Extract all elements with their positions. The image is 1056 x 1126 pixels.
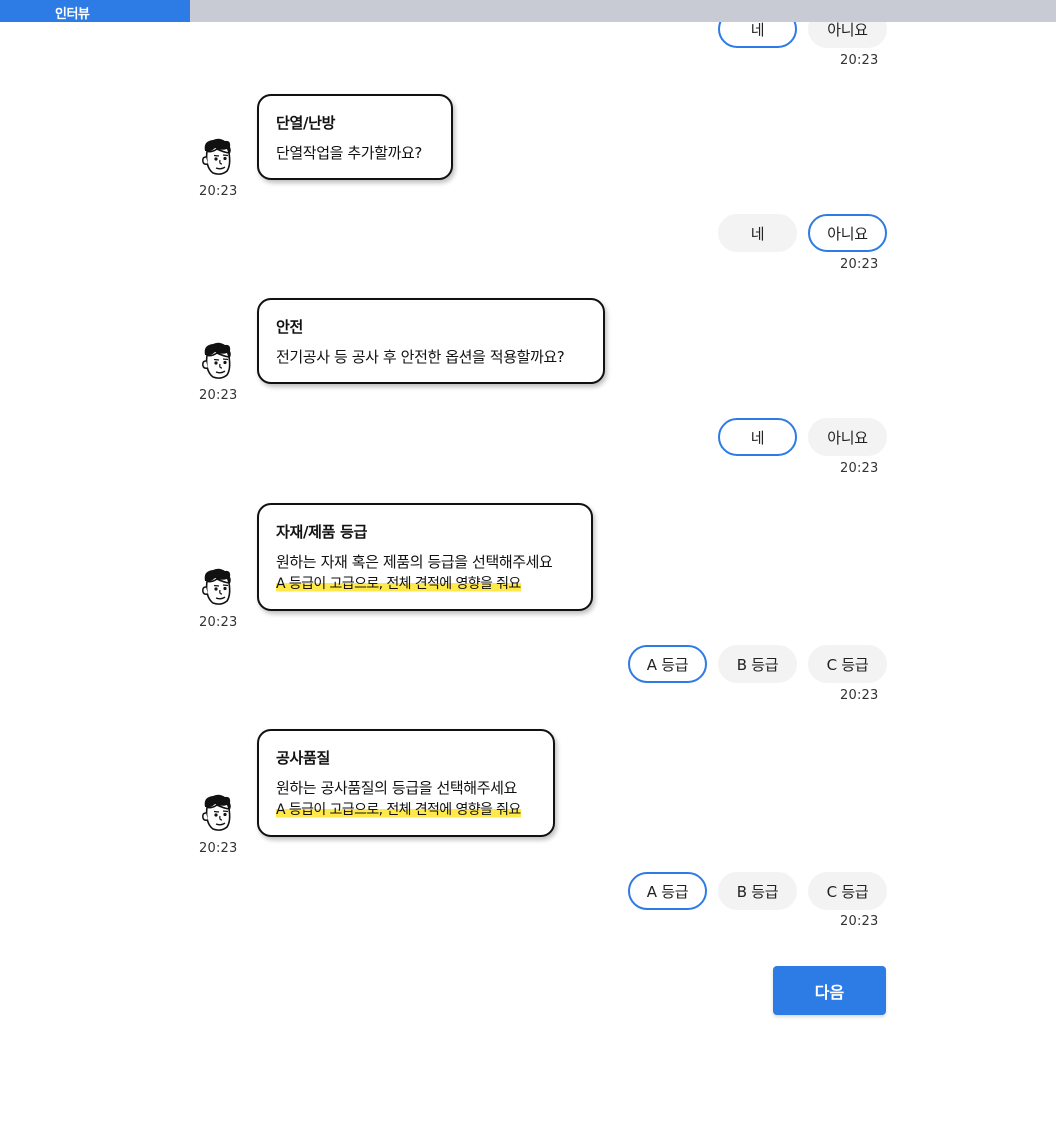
bubble-title: 단열/난방 — [276, 114, 336, 132]
reply-option-no[interactable]: 아니요 — [808, 214, 887, 252]
reply-option-grade-a[interactable]: A 등급 — [628, 872, 707, 910]
bubble-title: 안전 — [276, 318, 304, 336]
bot-timestamp: 20:23 — [199, 184, 238, 199]
reply-timestamp: 20:23 — [840, 688, 879, 703]
cartoon-face-icon — [202, 794, 231, 831]
reply-option-yes[interactable]: 네 — [718, 418, 797, 456]
reply-option-grade-c[interactable]: C 등급 — [808, 872, 887, 910]
reply-timestamp: 20:23 — [840, 257, 879, 272]
progress-tab-label: 인터뷰 — [55, 7, 90, 22]
bot-timestamp: 20:23 — [199, 615, 238, 630]
cartoon-face-icon — [202, 342, 231, 379]
bubble-text: 원하는 자재 혹은 제품의 등급을 선택해주세요 — [276, 553, 553, 571]
chat-thread: 네 아니요 20:23 20:23 단열/난방 단열작업을 추가할까요? 네 아… — [0, 0, 1056, 1126]
cartoon-face-icon — [202, 568, 231, 605]
bubble-highlight-note: A 등급이 고급으로, 전체 견적에 영향을 줘요 — [276, 801, 521, 819]
reply-option-grade-b[interactable]: B 등급 — [718, 872, 797, 910]
reply-timestamp: 20:23 — [840, 53, 879, 68]
bubble-highlight-note: A 등급이 고급으로, 전체 견적에 영향을 줘요 — [276, 575, 521, 593]
reply-option-yes[interactable]: 네 — [718, 214, 797, 252]
bubble-text: 단열작업을 추가할까요? — [276, 144, 422, 162]
progress-fill — [0, 0, 190, 22]
bot-timestamp: 20:23 — [199, 388, 238, 403]
cartoon-face-icon — [202, 138, 231, 175]
bot-message-bubble: 안전 전기공사 등 공사 후 안전한 옵션을 적용할까요? — [257, 298, 605, 384]
bot-message-bubble: 공사품질 원하는 공사품질의 등급을 선택해주세요 A 등급이 고급으로, 전체… — [257, 729, 555, 837]
reply-timestamp: 20:23 — [840, 461, 879, 476]
bubble-title: 공사품질 — [276, 749, 331, 767]
bubble-text: 원하는 공사품질의 등급을 선택해주세요 — [276, 779, 517, 797]
interview-progress-bar: 인터뷰 — [0, 0, 1056, 22]
bot-message-bubble: 단열/난방 단열작업을 추가할까요? — [257, 94, 453, 180]
bubble-text: 전기공사 등 공사 후 안전한 옵션을 적용할까요? — [276, 348, 565, 366]
reply-timestamp: 20:23 — [840, 914, 879, 929]
reply-option-no[interactable]: 아니요 — [808, 418, 887, 456]
reply-option-grade-a[interactable]: A 등급 — [628, 645, 707, 683]
bubble-title: 자재/제품 등급 — [276, 523, 368, 541]
bot-message-bubble: 자재/제품 등급 원하는 자재 혹은 제품의 등급을 선택해주세요 A 등급이 … — [257, 503, 593, 611]
next-button[interactable]: 다음 — [773, 966, 886, 1015]
reply-option-grade-b[interactable]: B 등급 — [718, 645, 797, 683]
bot-timestamp: 20:23 — [199, 841, 238, 856]
reply-option-grade-c[interactable]: C 등급 — [808, 645, 887, 683]
